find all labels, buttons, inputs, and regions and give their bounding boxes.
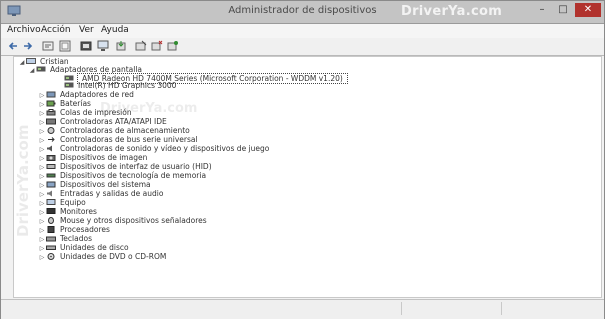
usb-icon (48, 137, 55, 142)
tree-category[interactable]: ▷ Dispositivos del sistema (38, 180, 151, 189)
storage-controller-icon (47, 127, 55, 134)
keyboard-icon (46, 236, 56, 242)
device-manager-window: Administrador de dispositivos DriverYa.c… (0, 0, 605, 319)
hid-icon (46, 164, 56, 169)
tree-category-label: Adaptadores de red (60, 90, 134, 99)
tree-category[interactable]: ▷ Adaptadores de red (38, 90, 134, 99)
tree-category-label: Dispositivos de interfaz de usuario (HID… (60, 162, 212, 171)
printer-icon (46, 109, 56, 116)
scan-icon[interactable] (80, 40, 92, 52)
tree-category[interactable]: ▷ Dispositivos de imagen (38, 153, 148, 162)
tree-category-label: Unidades de disco (60, 243, 129, 252)
tree-category[interactable]: ▷ Teclados (38, 234, 92, 243)
tree-category[interactable]: ▷ Entradas y salidas de audio (38, 189, 164, 198)
minimize-button[interactable]: – (533, 3, 551, 17)
tree-category[interactable]: ▷ Colas de impresión (38, 108, 132, 117)
tree-category-label: Unidades de DVD o CD-ROM (60, 252, 167, 261)
status-divider (501, 302, 502, 315)
camera-icon (46, 155, 56, 161)
back-arrow-icon[interactable] (7, 40, 19, 52)
maximize-button[interactable]: □ (554, 3, 572, 17)
tree-category[interactable]: ▷ Controladoras de sonido y vídeo y dispo… (38, 144, 270, 153)
tree-category[interactable]: ▷ Controladoras ATA/ATAPI IDE (38, 117, 167, 126)
tree-category-label: Equipo (60, 198, 86, 207)
tree-category-label: Dispositivos de tecnología de memoria (60, 171, 207, 180)
tree-category[interactable]: ▷ Baterías (38, 99, 91, 108)
tree-category-label: Teclados (60, 234, 92, 243)
help-icon[interactable] (59, 40, 71, 52)
toolbar (1, 38, 604, 56)
watermark-side: DriverYa.com (14, 124, 32, 237)
mouse-icon (48, 217, 54, 224)
speaker-icon (47, 145, 52, 152)
device-tree[interactable]: DriverYa.com DriverYa.com ◢ Cristian ◢ Ada… (13, 56, 602, 298)
status-divider (401, 302, 402, 315)
menu-bar: Archivo Acción Ver Ayuda (1, 24, 604, 38)
tree-category-label: Monitores (60, 207, 97, 216)
close-button[interactable]: ✕ (575, 3, 601, 17)
system-device-icon (46, 181, 56, 188)
tree-category-label: Procesadores (60, 225, 110, 234)
audio-io-icon (47, 190, 52, 197)
collapse-arrow-icon[interactable]: ◢ (28, 66, 36, 75)
watermark-title: DriverYa.com (401, 4, 503, 19)
tree-category-label: Controladoras de almacenamiento (60, 126, 190, 135)
tree-category[interactable]: ▷ Monitores (38, 207, 97, 216)
update-driver-icon[interactable] (115, 40, 127, 52)
tree-device[interactable]: Intel(R) HD Graphics 3000 (64, 81, 176, 90)
tree-category[interactable]: ▷ Dispositivos de tecnología de memoria (38, 171, 206, 180)
uninstall-icon[interactable] (151, 40, 163, 52)
enable-device-icon[interactable] (167, 40, 179, 52)
tree-category-label: Dispositivos del sistema (60, 180, 151, 189)
monitor-icon (46, 208, 56, 214)
disk-drive-icon (46, 245, 56, 250)
tree-category[interactable]: ▷ Equipo (38, 198, 86, 207)
title-bar[interactable]: Administrador de dispositivos DriverYa.c… (1, 1, 604, 24)
tree-category[interactable]: ▷ Controladoras de almacenamiento (38, 126, 190, 135)
tree-category-label: Controladoras ATA/ATAPI IDE (60, 117, 167, 126)
menu-ayuda[interactable]: Ayuda (101, 25, 129, 35)
network-adapter-icon (46, 91, 56, 98)
ide-controller-icon (46, 118, 56, 125)
battery-icon (46, 100, 56, 107)
monitor-icon[interactable] (97, 40, 109, 52)
expand-arrow-icon[interactable]: ▷ (38, 253, 46, 262)
properties-icon[interactable] (42, 40, 54, 52)
tree-category-label: Baterías (60, 99, 91, 108)
tree-category[interactable]: ▷ Controladoras de bus serie universal (38, 135, 198, 144)
tree-category-label: Entradas y salidas de audio (60, 189, 164, 198)
tree-device-label: Intel(R) HD Graphics 3000 (78, 81, 177, 90)
display-adapter-icon (64, 82, 74, 88)
forward-arrow-icon[interactable] (22, 40, 34, 52)
processor-icon (47, 226, 55, 233)
tree-category-label: Mouse y otros dispositivos señaladores (60, 216, 207, 225)
display-adapter-icon (36, 66, 46, 72)
tree-category-label: Controladoras de sonido y vídeo y dispos… (60, 144, 270, 153)
tree-category[interactable]: ▷ Procesadores (38, 225, 110, 234)
tree-category[interactable]: ▷ Unidades de DVD o CD-ROM (38, 252, 167, 262)
tree-category[interactable]: ▷ Mouse y otros dispositivos señaladores (38, 216, 207, 225)
menu-ver[interactable]: Ver (79, 25, 94, 35)
menu-archivo[interactable]: Archivo (7, 25, 41, 35)
dvd-drive-icon (47, 253, 55, 260)
memory-device-icon (46, 173, 56, 178)
tree-category-label: Controladoras de bus serie universal (60, 135, 198, 144)
disable-device-icon[interactable] (135, 40, 147, 52)
collapse-arrow-icon[interactable]: ◢ (18, 58, 26, 67)
tree-category-label: Dispositivos de imagen (60, 153, 148, 162)
computer-icon (26, 58, 36, 64)
menu-accion[interactable]: Acción (41, 25, 71, 35)
computer-icon (46, 199, 56, 205)
tree-category[interactable]: ▷ Dispositivos de interfaz de usuario (HI… (38, 162, 212, 171)
status-bar (1, 299, 604, 319)
window-title: Administrador de dispositivos (228, 5, 377, 16)
tree-category-label: Colas de impresión (60, 108, 132, 117)
tree-category[interactable]: ▷ Unidades de disco (38, 243, 129, 252)
